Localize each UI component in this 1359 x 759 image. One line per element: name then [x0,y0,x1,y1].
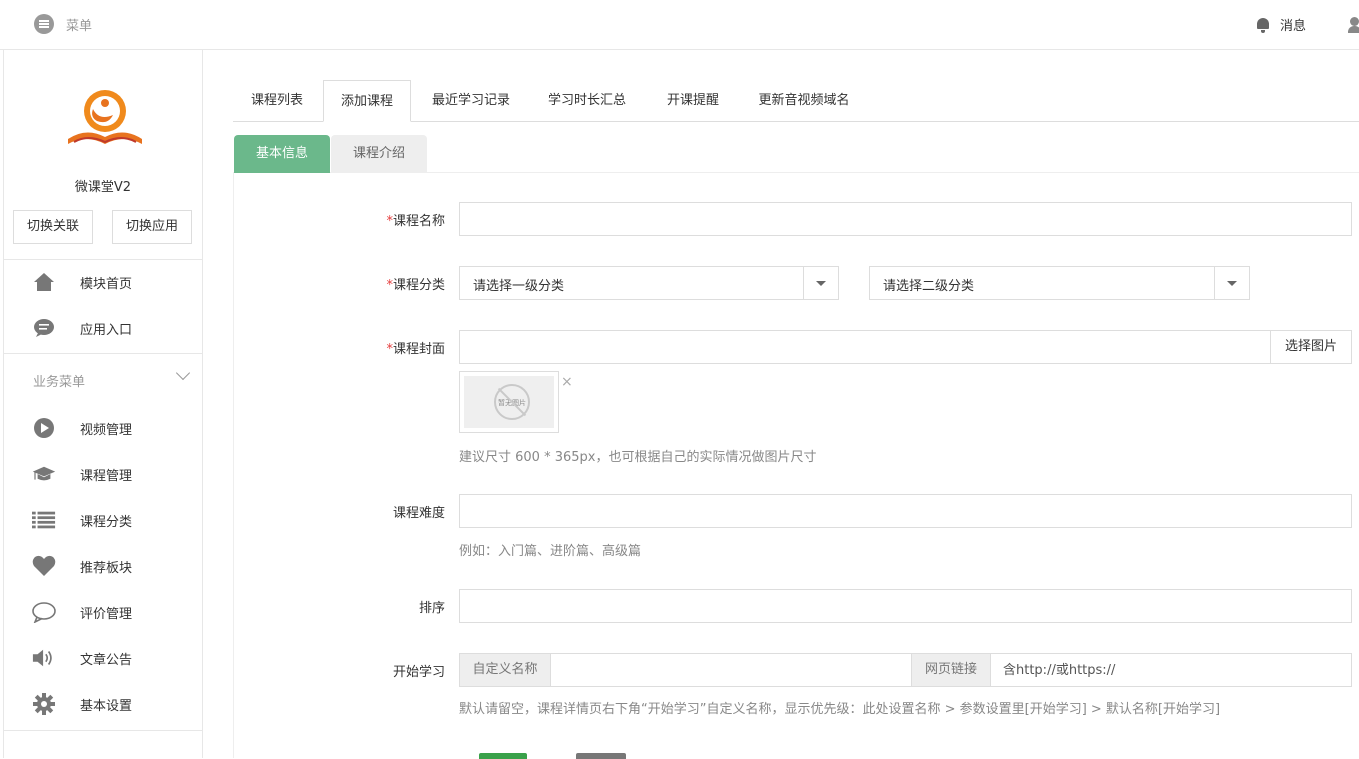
sidebar-item-label: 应用入口 [80,322,133,338]
main-tabs: 课程列表 添加课程 最近学习记录 学习时长汇总 开课提醒 更新音视频域名 [233,80,1359,122]
cover-path-input[interactable] [459,330,1271,364]
bell-icon [1256,17,1270,33]
choose-image-button[interactable]: 选择图片 [1270,330,1352,364]
form-subtabs: 基本信息 课程介绍 [233,135,1359,173]
home-icon [32,270,56,294]
sidebar-item-settings[interactable]: 基本设置 [4,684,202,724]
remove-image-icon[interactable]: × [561,374,573,390]
select-value: 请选择二级分类 [883,279,975,294]
cover-thumbnail: 暂无图片 [459,371,559,433]
course-name-input[interactable] [459,202,1352,236]
category-level2-select[interactable]: 请选择二级分类 [869,266,1250,300]
difficulty-input[interactable] [459,494,1352,528]
sort-label: 排序 [418,601,445,616]
category-label: *课程分类 [386,278,445,293]
heart-icon [32,554,56,578]
graduation-cap-icon [32,462,56,486]
speaker-icon [32,646,56,670]
sidebar-item-recommend[interactable]: 推荐板块 [4,546,202,586]
comment-icon [32,600,56,624]
cover-help: 建议尺寸 600 * 365px，也可根据自己的实际情况做图片尺寸 [459,450,817,465]
difficulty-help: 例如：入门篇、进阶篇、高级篇 [459,544,642,559]
no-image-text: 暂无图片 [498,399,526,407]
sidebar-item-category[interactable]: 课程分类 [4,500,202,540]
web-link-input[interactable] [990,653,1352,687]
chat-bubble-icon [32,316,56,340]
category-level1-select[interactable]: 请选择一级分类 [459,266,839,300]
cover-label: *课程封面 [386,342,445,357]
sidebar-item-label: 模块首页 [80,276,133,292]
sidebar-item-label: 视频管理 [80,422,133,438]
no-image-icon: 暂无图片 [494,384,530,420]
select-value: 请选择一级分类 [473,279,565,294]
sidebar: 微课堂V2 切换关联 切换应用 模块首页 应用入口 业务菜单 视频管理 课程管理… [3,50,203,758]
tab-course-list[interactable]: 课程列表 [233,80,321,122]
sidebar-item-label: 基本设置 [80,698,133,714]
switch-app-button[interactable]: 切换应用 [112,210,192,244]
menu-label: 菜单 [66,18,93,34]
divider [4,259,202,260]
sidebar-item-review[interactable]: 评价管理 [4,592,202,632]
sidebar-item-label: 课程管理 [80,468,133,484]
next-row-clipped [380,752,680,759]
caret-down-icon [803,267,838,299]
tab-learning-duration[interactable]: 学习时长汇总 [531,80,643,122]
chevron-down-icon[interactable] [175,365,191,381]
tab-add-course[interactable]: 添加课程 [323,80,411,122]
difficulty-label: 课程难度 [392,506,445,521]
app-name: 微课堂V2 [74,180,132,195]
sidebar-item-label: 推荐板块 [80,560,133,576]
sidebar-item-article[interactable]: 文章公告 [4,638,202,678]
subtab-course-intro[interactable]: 课程介绍 [331,135,427,173]
sidebar-item-video[interactable]: 视频管理 [4,408,202,448]
caret-down-icon [1214,267,1249,299]
divider [4,353,202,354]
list-icon [32,508,56,532]
tab-course-reminder[interactable]: 开课提醒 [647,80,739,122]
content-border [233,173,234,758]
menu-toggle[interactable]: 菜单 [34,14,92,34]
start-learning-label: 开始学习 [392,665,445,680]
section-title: 业务菜单 [33,375,86,390]
menu-list-icon [34,14,54,34]
play-icon [32,416,56,440]
custom-name-addon: 自定义名称 [459,653,551,687]
messages-link[interactable]: 消息 [1256,15,1306,34]
sidebar-item-course[interactable]: 课程管理 [4,454,202,494]
user-icon[interactable] [1348,17,1359,33]
custom-name-input[interactable] [550,653,912,687]
web-link-addon: 网页链接 [911,653,991,687]
sidebar-item-label: 文章公告 [80,652,133,668]
start-learning-help: 默认请留空，课程详情页右下角“开始学习”自定义名称，显示优先级：此处设置名称 >… [459,702,1221,717]
tab-recent-learning[interactable]: 最近学习记录 [415,80,527,122]
divider [4,730,202,731]
course-name-label: *课程名称 [386,214,445,229]
switch-relation-button[interactable]: 切换关联 [13,210,93,244]
sidebar-item-module-home[interactable]: 模块首页 [4,262,202,302]
sort-input[interactable] [459,589,1352,623]
top-bar: 菜单 消息 [0,0,1359,50]
gear-icon [32,692,56,716]
sidebar-item-app-entry[interactable]: 应用入口 [4,308,202,348]
app-logo [68,90,142,144]
sidebar-item-label: 课程分类 [80,514,133,530]
sidebar-item-label: 评价管理 [80,606,133,622]
tab-update-media-domain[interactable]: 更新音视频域名 [743,80,865,122]
messages-label: 消息 [1280,19,1307,34]
subtab-basic-info[interactable]: 基本信息 [234,135,330,173]
